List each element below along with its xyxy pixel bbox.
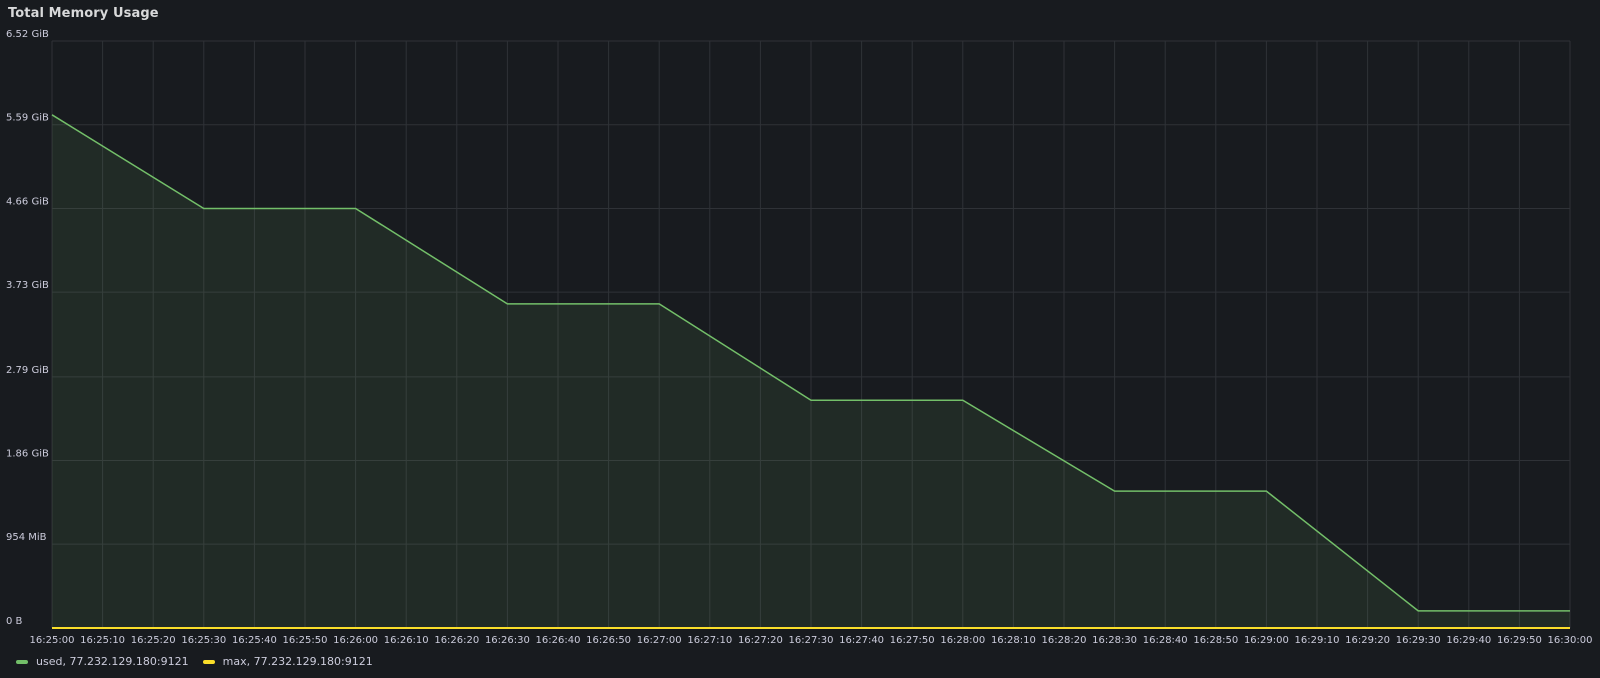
x-tick-label: 16:26:00: [333, 635, 378, 646]
x-tick-label: 16:26:10: [384, 635, 429, 646]
x-tick-label: 16:30:00: [1548, 635, 1593, 646]
x-tick-label: 16:29:40: [1446, 635, 1491, 646]
x-tick-label: 16:26:40: [536, 635, 581, 646]
x-tick-label: 16:27:20: [738, 635, 783, 646]
x-tick-label: 16:29:00: [1244, 635, 1289, 646]
x-tick-label: 16:26:30: [485, 635, 530, 646]
y-tick-label: 2.79 GiB: [6, 365, 49, 376]
y-axis: 0 B 954 MiB 1.86 GiB 2.79 GiB 3.73 GiB 4.66 G…: [6, 29, 49, 627]
x-tick-label: 16:25:20: [131, 635, 176, 646]
legend: used, 77.232.129.180:9121 max, 77.232.129…: [16, 655, 387, 668]
x-tick-label: 16:27:00: [637, 635, 682, 646]
y-tick-label: 0 B: [6, 616, 23, 627]
x-tick-label: 16:25:00: [30, 635, 75, 646]
x-tick-label: 16:29:50: [1497, 635, 1542, 646]
x-tick-label: 16:29:20: [1345, 635, 1390, 646]
x-tick-label: 16:29:10: [1295, 635, 1340, 646]
y-tick-label: 5.59 GiB: [6, 113, 49, 124]
legend-label: max, 77.232.129.180:9121: [222, 655, 373, 668]
legend-item-0[interactable]: used, 77.232.129.180:9121: [16, 655, 189, 668]
x-tick-label: 16:28:30: [1092, 635, 1137, 646]
x-tick-label: 16:25:30: [181, 635, 226, 646]
x-tick-label: 16:27:10: [687, 635, 732, 646]
x-tick-label: 16:28:40: [1143, 635, 1188, 646]
legend-swatch: [202, 659, 215, 664]
y-tick-label: 954 MiB: [6, 532, 47, 543]
x-tick-label: 16:28:50: [1193, 635, 1238, 646]
x-tick-label: 16:29:30: [1396, 635, 1441, 646]
legend-label: used, 77.232.129.180:9121: [36, 655, 189, 668]
y-tick-label: 3.73 GiB: [6, 280, 49, 291]
x-tick-label: 16:25:50: [283, 635, 328, 646]
legend-item-1[interactable]: max, 77.232.129.180:9121: [202, 655, 373, 668]
x-tick-label: 16:26:50: [586, 635, 631, 646]
y-tick-label: 1.86 GiB: [6, 449, 49, 460]
x-tick-label: 16:28:10: [991, 635, 1036, 646]
y-tick-label: 6.52 GiB: [6, 29, 49, 40]
x-axis: 16:25:00 16:25:10 16:25:20 16:25:30 16:25:40…: [30, 635, 1593, 646]
x-tick-label: 16:27:40: [839, 635, 884, 646]
legend-swatch: [16, 659, 28, 664]
x-tick-label: 16:28:00: [940, 635, 985, 646]
x-tick-label: 16:27:50: [890, 635, 935, 646]
x-tick-label: 16:27:30: [789, 635, 834, 646]
x-tick-label: 16:28:20: [1042, 635, 1087, 646]
x-tick-label: 16:25:10: [80, 635, 125, 646]
x-tick-label: 16:25:40: [232, 635, 277, 646]
memory-panel: Total Memory Usage 0 B 954 MiB 1.86 GiB 2.7…: [0, 0, 1600, 678]
x-tick-label: 16:26:20: [434, 635, 479, 646]
memory-chart: 0 B 954 MiB 1.86 GiB 2.79 GiB 3.73 GiB 4.66 G…: [6, 29, 1593, 646]
y-tick-label: 4.66 GiB: [6, 196, 49, 207]
